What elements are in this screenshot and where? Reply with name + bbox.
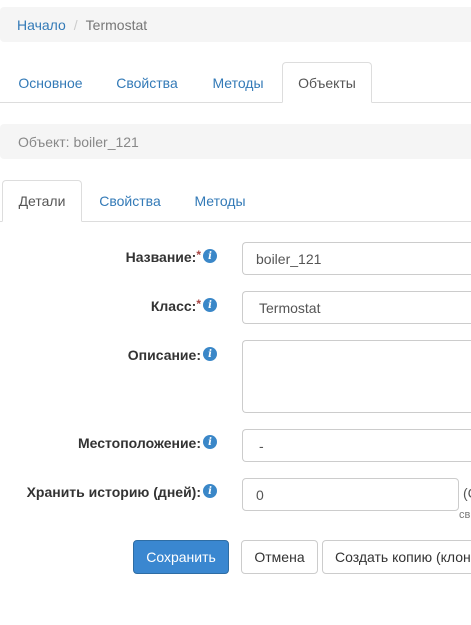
- location-label: Местоположение:: [77, 435, 201, 451]
- class-label: Класс:*: [150, 297, 201, 314]
- tab-main[interactable]: Основное: [5, 62, 96, 103]
- name-input[interactable]: boiler_121: [242, 242, 471, 275]
- history-label: Хранить историю (дней):: [26, 484, 201, 500]
- history-days-input[interactable]: 0: [242, 478, 459, 511]
- class-label-text: Класс:: [150, 298, 197, 314]
- clone-button[interactable]: Создать копию (клон: [322, 540, 471, 574]
- breadcrumb-home-link[interactable]: Начало: [17, 17, 66, 33]
- subtab-methods[interactable]: Методы: [180, 180, 260, 222]
- breadcrumb-current: Termostat: [85, 16, 148, 33]
- info-icon[interactable]: i: [203, 249, 217, 263]
- info-icon[interactable]: i: [203, 347, 217, 361]
- object-header: Объект: boiler_121: [0, 124, 471, 159]
- info-icon[interactable]: i: [203, 435, 217, 449]
- name-label-text: Название:: [125, 249, 197, 265]
- tab-objects[interactable]: Объекты: [282, 62, 372, 103]
- history-hint-2: св: [459, 509, 471, 521]
- tab-methods[interactable]: Методы: [198, 62, 278, 103]
- class-select[interactable]: Termostat: [242, 291, 471, 324]
- location-select[interactable]: -: [242, 429, 471, 462]
- breadcrumb-separator: /: [73, 16, 78, 33]
- cancel-button[interactable]: Отмена: [241, 540, 318, 574]
- description-textarea[interactable]: [242, 340, 471, 413]
- subtab-properties[interactable]: Свойства: [86, 180, 174, 222]
- history-hint: (С: [463, 485, 471, 501]
- class-required-mark: *: [196, 297, 201, 311]
- breadcrumb: Начало / Termostat: [0, 7, 471, 42]
- tab-properties[interactable]: Свойства: [104, 62, 190, 103]
- description-label: Описание:: [127, 347, 201, 363]
- info-icon[interactable]: i: [203, 298, 217, 312]
- save-button[interactable]: Сохранить: [133, 540, 229, 574]
- info-icon[interactable]: i: [203, 484, 217, 498]
- subtab-details[interactable]: Детали: [2, 180, 82, 222]
- name-required-mark: *: [196, 248, 201, 262]
- name-label: Название:*: [125, 248, 201, 265]
